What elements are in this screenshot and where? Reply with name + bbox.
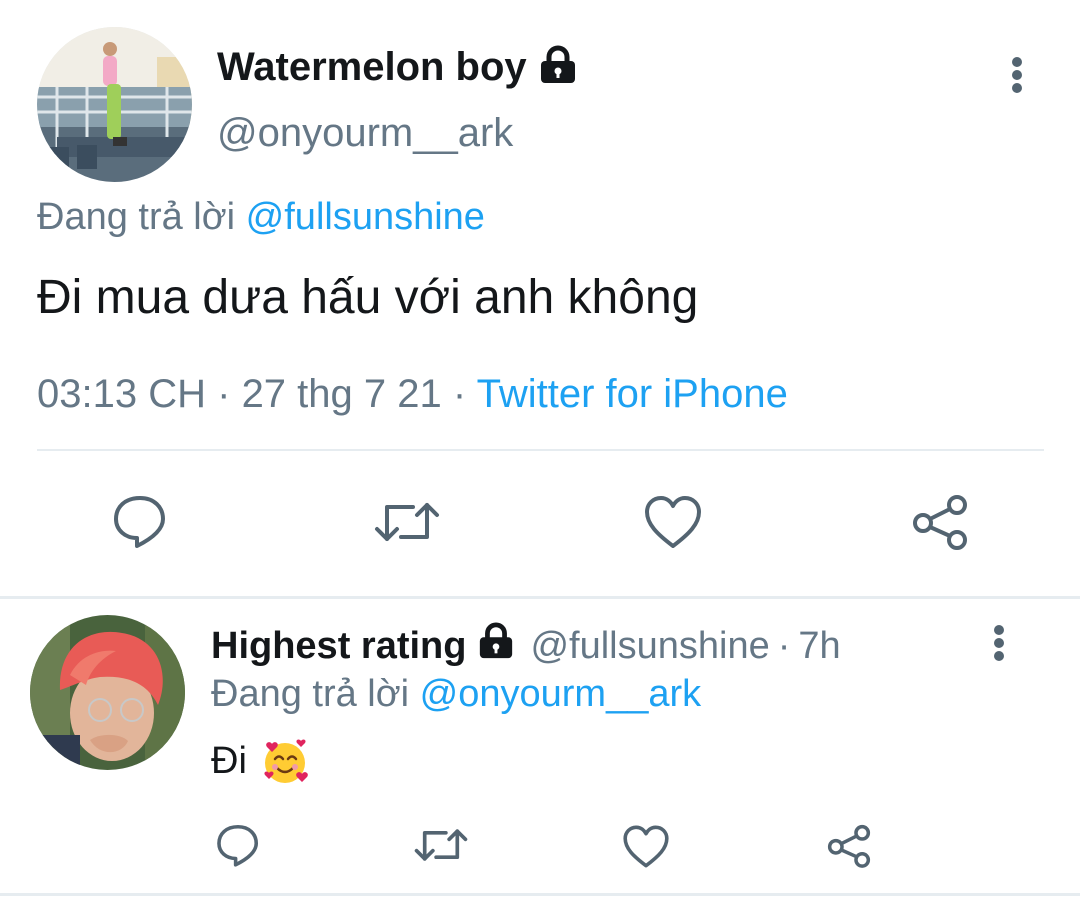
avatar[interactable]	[37, 27, 192, 182]
tweet-meta: 03:13 CH · 27 thg 7 21 · Twitter for iPh…	[37, 370, 788, 418]
author-line: Watermelon boy	[217, 42, 579, 92]
section-divider	[0, 596, 1080, 599]
share-icon	[827, 824, 871, 868]
reply-button[interactable]	[110, 490, 170, 552]
share-icon	[913, 495, 967, 550]
lock-icon	[476, 622, 516, 670]
bottom-divider	[0, 893, 1080, 896]
reply-icon	[114, 496, 165, 548]
tweet-date: 27 thg 7 21	[241, 372, 442, 416]
display-name[interactable]: Watermelon boy	[217, 45, 527, 90]
retweet-icon	[414, 829, 468, 861]
avatar[interactable]	[30, 615, 185, 770]
replying-to-line: Đang trả lời @onyourm__ark	[211, 672, 701, 716]
tweet-text: Đi mua dưa hấu với anh không	[37, 271, 699, 324]
divider	[37, 449, 1044, 451]
replying-label: Đang trả lời	[211, 673, 410, 715]
tweet-time: 03:13 CH	[37, 372, 206, 416]
reply-author-line: Highest rating @fullsunshine · 7h	[211, 622, 841, 670]
reply-text-line: Đi	[211, 736, 309, 786]
avatar-photo	[37, 27, 192, 182]
share-button[interactable]	[908, 492, 972, 552]
like-icon	[623, 825, 669, 867]
lock-icon	[537, 45, 579, 90]
share-button[interactable]	[824, 822, 874, 870]
emoji-smiling-hearts	[261, 737, 309, 785]
replying-mention-link[interactable]: @onyourm__ark	[420, 673, 701, 715]
replying-mention-link[interactable]: @fullsunshine	[246, 196, 485, 238]
reply-button[interactable]	[214, 820, 262, 870]
reply-text: Đi	[211, 740, 247, 782]
meta-separator: ·	[452, 372, 467, 416]
tweet-age: 7h	[798, 624, 841, 667]
more-options-icon[interactable]	[1006, 56, 1028, 96]
like-button[interactable]	[621, 822, 671, 870]
meta-separator: ·	[777, 624, 791, 667]
like-icon	[645, 496, 701, 548]
retweet-button[interactable]	[412, 822, 470, 868]
reply-icon	[217, 824, 259, 867]
like-button[interactable]	[642, 492, 704, 552]
retweet-icon	[375, 503, 439, 541]
meta-separator: ·	[217, 372, 231, 416]
retweet-button[interactable]	[372, 494, 442, 550]
tweet-source-link[interactable]: Twitter for iPhone	[477, 372, 788, 416]
handle[interactable]: @onyourm__ark	[217, 110, 513, 156]
avatar-photo	[30, 615, 185, 770]
replying-to-line: Đang trả lời @fullsunshine	[37, 195, 485, 239]
more-options-icon[interactable]	[988, 624, 1010, 664]
display-name[interactable]: Highest rating	[211, 625, 466, 668]
handle[interactable]: @fullsunshine	[530, 625, 769, 668]
replying-label: Đang trả lời	[37, 196, 236, 238]
